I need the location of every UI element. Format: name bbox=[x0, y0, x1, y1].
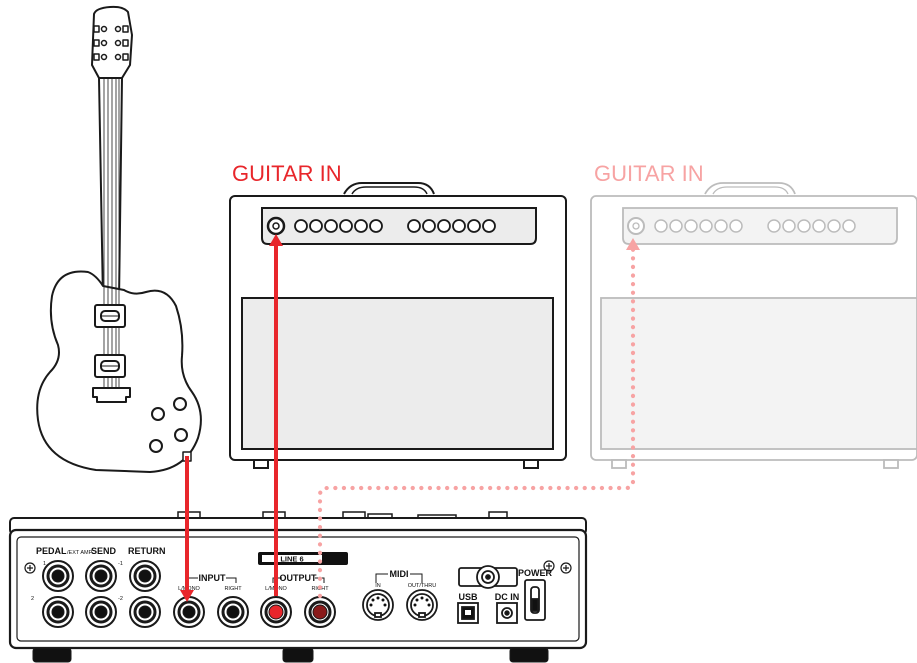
send-jack-2 bbox=[85, 596, 117, 628]
pedal-label: PEDAL bbox=[36, 546, 67, 556]
amp-primary-guitar-in-label: GUITAR IN bbox=[232, 161, 342, 186]
midi-out-label: OUT/THRU bbox=[408, 583, 436, 589]
num-neg2: -2 bbox=[118, 596, 123, 602]
pedal-sub-label: /EXT AMP bbox=[67, 550, 93, 556]
send-label: SEND bbox=[91, 546, 117, 556]
power-label: POWER bbox=[518, 568, 553, 578]
dcin-label: DC IN bbox=[495, 592, 520, 602]
midi-label: MIDI bbox=[390, 569, 409, 579]
num-1: 1 bbox=[43, 561, 46, 567]
return-jack-1 bbox=[129, 560, 161, 592]
usb-label: USB bbox=[458, 592, 478, 602]
num-2: 2 bbox=[31, 596, 34, 602]
input-right-label: RIGHT bbox=[224, 586, 242, 592]
return-label: RETURN bbox=[128, 546, 166, 556]
pedal-jack-2 bbox=[42, 596, 74, 628]
send-jack-1 bbox=[85, 560, 117, 592]
num-neg1: -1 bbox=[118, 561, 123, 567]
cable-clamp-icon bbox=[458, 565, 518, 589]
amp-secondary-guitar-in-label: GUITAR IN bbox=[594, 161, 704, 186]
power-switch bbox=[524, 579, 546, 621]
return-jack-2 bbox=[129, 596, 161, 628]
midi-in-label: IN bbox=[375, 583, 381, 589]
line6-logo: LINE 6 bbox=[258, 552, 348, 565]
connection-diagram: GUITAR IN GUITAR IN LINE 6 PEDAL /EXT AM… bbox=[8, 5, 917, 663]
pedal-jack-1 bbox=[42, 560, 74, 592]
guitar-icon bbox=[36, 5, 202, 473]
output-left-jack bbox=[260, 596, 292, 628]
output-right-jack bbox=[304, 596, 336, 628]
dc-in-port bbox=[496, 602, 518, 624]
input-label: INPUT bbox=[199, 573, 227, 583]
output-label: OUTPUT bbox=[280, 573, 318, 583]
midi-out-port bbox=[406, 589, 438, 621]
amp-secondary-icon bbox=[590, 182, 917, 469]
amp-icon bbox=[229, 182, 567, 469]
input-left-jack bbox=[173, 596, 205, 628]
usb-port bbox=[457, 602, 479, 624]
input-right-jack bbox=[217, 596, 249, 628]
brand-text: LINE 6 bbox=[280, 555, 303, 564]
midi-in-port bbox=[362, 589, 394, 621]
